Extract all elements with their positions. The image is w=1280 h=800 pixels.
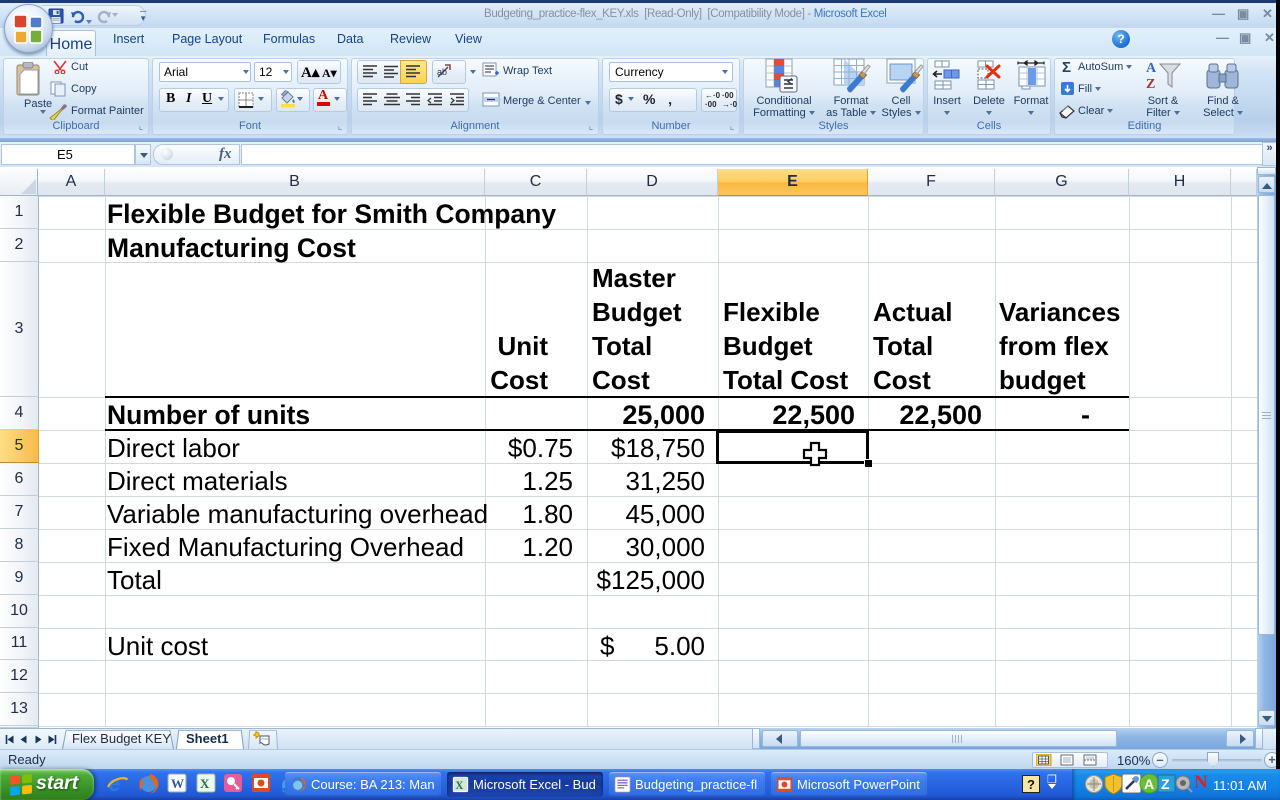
svg-text:X: X [455, 780, 463, 792]
svg-text:Z: Z [1146, 77, 1155, 92]
svg-text:A: A [1144, 776, 1154, 792]
svg-text:ab: ab [437, 67, 447, 77]
svg-text:Z: Z [1161, 776, 1170, 792]
svg-text:X: X [200, 776, 210, 791]
svg-text:A: A [1146, 61, 1157, 76]
svg-text:W: W [171, 776, 184, 791]
